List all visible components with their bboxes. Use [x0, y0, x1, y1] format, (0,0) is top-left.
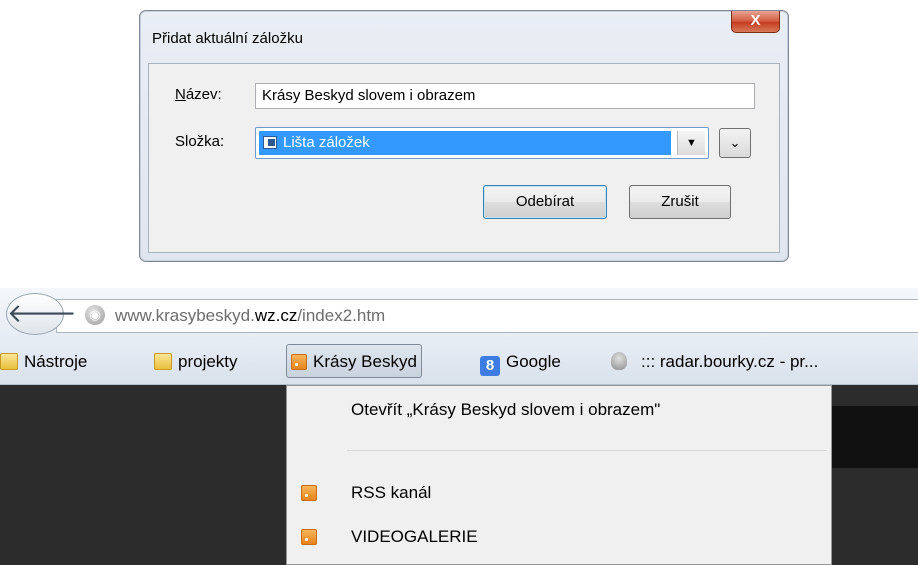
close-button[interactable]: X — [731, 11, 780, 33]
navigation-bar: ◉ www.krasybeskyd.wz.cz/index2.htm 🡐 — [0, 288, 918, 340]
folder-label: Složka: — [175, 133, 225, 150]
bookmark-radar[interactable]: ::: radar.bourky.cz - pr... — [611, 340, 818, 384]
bookmark-google[interactable]: 8 Google — [480, 340, 561, 384]
menu-item-open-live-bookmark[interactable]: Otevřít „Krásy Beskyd slovem i obrazem" — [287, 390, 827, 430]
globe-icon: ◉ — [85, 305, 105, 325]
expand-folders-button[interactable]: ⌄ — [719, 128, 751, 158]
folder-select[interactable]: Lišta záložek ▼ — [255, 127, 709, 159]
bookmark-toolbar-icon — [263, 136, 277, 149]
subscribe-button[interactable]: Odebírat — [483, 185, 607, 219]
folder-selected-option: Lišta záložek — [259, 131, 671, 155]
bookmarks-toolbar: Nástroje projekty Krásy Beskyd 8 Google :… — [0, 340, 918, 385]
cancel-button[interactable]: Zrušit — [629, 185, 731, 219]
url-text: www.krasybeskyd.wz.cz/index2.htm — [115, 306, 386, 325]
page-content-dark — [830, 406, 918, 468]
chevron-down-icon: ⌄ — [729, 135, 741, 150]
folder-icon — [0, 353, 18, 370]
dialog-body: Název: Krásy Beskyd slovem i obrazem Slo… — [148, 63, 780, 253]
menu-separator — [347, 450, 827, 451]
bookmark-projekty[interactable]: projekty — [154, 340, 238, 384]
bookmark-krasy-beskyd[interactable]: Krásy Beskyd — [286, 344, 422, 378]
chevron-down-icon[interactable]: ▼ — [677, 131, 705, 155]
add-bookmark-dialog: Přidat aktuální záložku X Název: Krásy B… — [139, 10, 789, 262]
folder-icon — [154, 353, 172, 370]
menu-item-rss-kanal[interactable]: RSS kanál — [287, 473, 827, 513]
browser-window: ◉ www.krasybeskyd.wz.cz/index2.htm 🡐 Nás… — [0, 288, 918, 565]
name-label: Název: — [175, 86, 222, 103]
name-field[interactable]: Krásy Beskyd slovem i obrazem — [255, 83, 755, 109]
back-arrow-icon: 🡐 — [7, 298, 77, 328]
folder-value: Lišta záložek — [283, 134, 370, 151]
bookmark-context-menu: Otevřít „Krásy Beskyd slovem i obrazem" … — [286, 385, 832, 565]
url-bar[interactable]: ◉ www.krasybeskyd.wz.cz/index2.htm — [56, 299, 918, 333]
google-icon: 8 — [480, 356, 500, 376]
bookmark-nastroje[interactable]: Nástroje — [0, 340, 87, 384]
back-button[interactable]: 🡐 — [6, 293, 77, 335]
rss-icon — [301, 529, 317, 545]
dialog-title: Přidat aktuální záložku — [152, 30, 303, 47]
rss-icon — [291, 354, 307, 370]
rss-icon — [301, 485, 317, 501]
radar-icon — [611, 352, 627, 370]
menu-item-videogalerie[interactable]: VIDEOGALERIE — [287, 517, 827, 557]
